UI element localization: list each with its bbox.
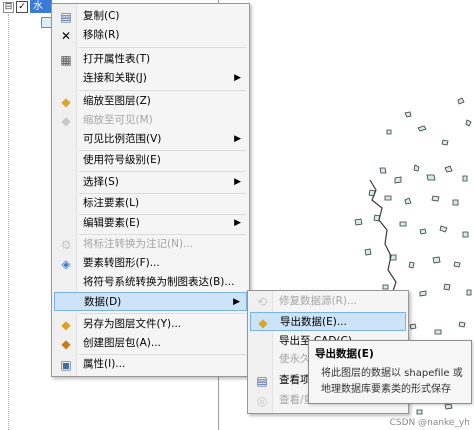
menu-item-label: 数据(D) (84, 296, 122, 308)
submenu-arrow-icon: ▶ (234, 218, 241, 228)
menu-separator (79, 90, 246, 91)
menu-item-convert-features-to-graphics[interactable]: ◈ 要素转图形(F)... (54, 254, 247, 273)
menu-item-zoom-to-visible: ◆ 缩放至可见(M) (54, 111, 247, 130)
menu-item-use-symbol-levels[interactable]: 使用符号级别(E) (54, 151, 247, 170)
layer-name[interactable]: 水域 (30, 0, 52, 25)
export-data-tooltip: 导出数据(E) 将此图层的数据以 shapefile 或地理数据库要素类的形式保… (308, 340, 472, 404)
layer-visibility-checkbox[interactable]: ✓ (16, 1, 28, 13)
menu-item-label: 移除(R) (83, 29, 120, 41)
view-metadata-icon: ◎ (256, 393, 268, 408)
menu-item-label: 使用符号级别(E) (83, 154, 161, 166)
menu-item-zoom-to-layer[interactable]: ◆ 缩放至图层(Z) (54, 92, 247, 111)
features-to-graphics-icon: ◈ (61, 256, 71, 271)
menu-item-label: 将符号系统转换为制图表达(B)... (83, 276, 235, 288)
menu-item-convert-labels: ⚙ 将标注转换为注记(N)... (54, 235, 247, 254)
menu-item-copy[interactable]: ▤ 复制(C) (54, 7, 247, 26)
menu-item-convert-symbology[interactable]: 将符号系统转换为制图表达(B)... (54, 273, 247, 292)
collapse-icon[interactable]: ⊟ (3, 2, 14, 13)
menu-item-remove[interactable]: ✕ 移除(R) (54, 26, 247, 45)
menu-item-label: 打开属性表(T) (83, 53, 151, 65)
menu-item-label: 标注要素(L) (83, 197, 140, 209)
zoom-layer-icon: ◆ (61, 94, 71, 109)
menu-item-label: 导出数据(E)... (280, 316, 347, 328)
table-icon: ▦ (60, 52, 72, 67)
menu-item-label: 可见比例范围(V) (83, 133, 162, 145)
menu-item-data[interactable]: 数据(D) ▶ (54, 292, 247, 311)
menu-item-label: 缩放至图层(Z) (83, 95, 151, 107)
tooltip-title: 导出数据(E) (315, 348, 374, 360)
menu-item-label-features[interactable]: 标注要素(L) (54, 194, 247, 213)
menu-item-label: 另存为图层文件(Y)... (83, 318, 182, 330)
menu-item-label: 要素转图形(F)... (83, 257, 160, 269)
submenu-arrow-icon: ▶ (233, 297, 240, 307)
menu-item-visible-scale-range[interactable]: 可见比例范围(V) ▶ (54, 130, 247, 149)
submenu-arrow-icon: ▶ (234, 177, 241, 187)
remove-icon: ✕ (60, 28, 72, 43)
tree-guide-line (8, 14, 10, 430)
menu-item-open-attribute-table[interactable]: ▦ 打开属性表(T) (54, 50, 247, 69)
menu-item-label: 修复数据源(R)... (279, 295, 358, 307)
watermark: CSDN @nanke_yh (389, 418, 470, 428)
zoom-visible-icon: ◆ (61, 113, 71, 128)
table-of-contents: ⊟ ✓ 水域 (0, 0, 56, 430)
menu-item-label: 将标注转换为注记(N)... (83, 238, 194, 250)
menu-item-label: 属性(I)... (83, 358, 126, 370)
menu-item-create-layer-package[interactable]: ◆ 创建图层包(A)... (54, 334, 247, 353)
menu-item-properties[interactable]: ▣ 属性(I)... (54, 355, 247, 374)
menu-item-edit-features[interactable]: 编辑要素(E) ▶ (54, 214, 247, 233)
menu-item-selection[interactable]: 选择(S) ▶ (54, 173, 247, 192)
copy-icon: ▤ (60, 9, 72, 24)
menu-item-repair-data-source: ⟲ 修复数据源(R)... (250, 292, 406, 311)
submenu-arrow-icon: ▶ (234, 134, 241, 144)
layer-package-icon: ◆ (61, 336, 71, 351)
menu-item-label: 复制(C) (83, 10, 120, 22)
view-item-icon: ▤ (256, 373, 268, 388)
menu-item-joins-relates[interactable]: 连接和关联(J) ▶ (54, 69, 247, 88)
save-layer-icon: ◆ (61, 317, 71, 332)
menu-item-save-as-layer-file[interactable]: ◆ 另存为图层文件(Y)... (54, 315, 247, 334)
menu-item-label: 编辑要素(E) (83, 217, 140, 229)
menu-separator (79, 313, 246, 314)
properties-icon: ▣ (60, 357, 72, 372)
menu-item-label: 选择(S) (83, 176, 119, 188)
export-data-icon: ◆ (258, 315, 268, 330)
menu-separator (79, 171, 246, 172)
menu-item-label: 创建图层包(A)... (83, 337, 161, 349)
convert-labels-icon: ⚙ (60, 237, 72, 252)
layer-context-menu: ▤ 复制(C) ✕ 移除(R) ▦ 打开属性表(T) 连接和关联(J) ▶ ◆ … (51, 3, 250, 377)
menu-item-label: 缩放至可见(M) (83, 114, 153, 126)
tooltip-body: 将此图层的数据以 shapefile 或地理数据库要素类的形式保存 (321, 368, 463, 395)
menu-item-label: 连接和关联(J) (83, 72, 147, 84)
menu-item-export-data[interactable]: ◆ 导出数据(E)... (250, 312, 406, 331)
submenu-arrow-icon: ▶ (234, 73, 241, 83)
menu-separator (79, 47, 246, 48)
repair-source-icon: ⟲ (256, 294, 268, 309)
